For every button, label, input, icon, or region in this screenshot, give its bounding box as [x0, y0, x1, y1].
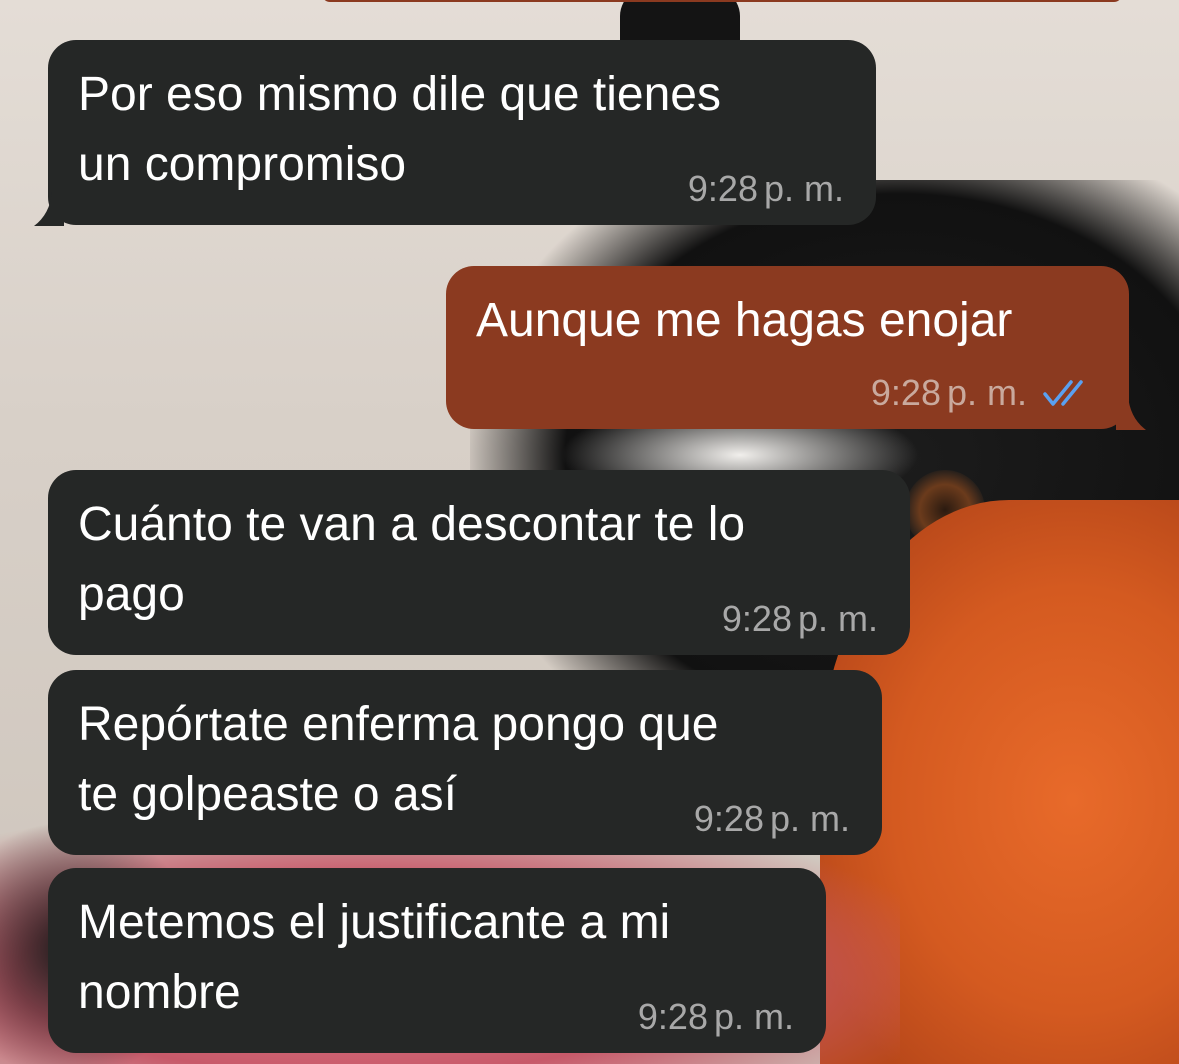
message-bubble-incoming[interactable]: Metemos el justificante a mi nombre 9:28…	[48, 868, 826, 1053]
message-list[interactable]: Por eso mismo dile que tienes un comprom…	[0, 0, 1179, 1064]
double-check-icon	[1043, 380, 1083, 406]
message-bubble-incoming[interactable]: Repórtate enferma pongo que te golpeaste…	[48, 670, 882, 855]
message-timestamp: 9:28 p. m.	[871, 373, 1093, 413]
message-timestamp: 9:28 p. m.	[638, 997, 794, 1037]
message-time: 9:28	[870, 372, 941, 413]
bubble-tail-incoming	[34, 192, 64, 226]
message-ampm: p. m.	[763, 168, 844, 209]
message-ampm: p. m.	[713, 996, 794, 1037]
message-bubble-incoming[interactable]: Por eso mismo dile que tienes un comprom…	[48, 40, 876, 225]
message-timestamp: 9:28 p. m.	[722, 599, 878, 639]
bubble-tail-outgoing	[1116, 396, 1146, 430]
message-timestamp: 9:28 p. m.	[694, 799, 850, 839]
message-timestamp: 9:28 p. m.	[688, 169, 844, 209]
message-bubble-outgoing[interactable]: Aunque me hagas enojar 9:28 p. m.	[446, 266, 1129, 429]
message-time: 9:28	[693, 798, 764, 839]
message-ampm: p. m.	[797, 598, 878, 639]
message-ampm: p. m.	[769, 798, 850, 839]
message-time: 9:28	[637, 996, 708, 1037]
message-time: 9:28	[721, 598, 792, 639]
message-time: 9:28	[687, 168, 758, 209]
message-ampm: p. m.	[946, 372, 1027, 413]
message-text: Aunque me hagas enojar	[476, 294, 1013, 347]
message-bubble-incoming[interactable]: Cuánto te van a descontar te lo pago 9:2…	[48, 470, 910, 655]
